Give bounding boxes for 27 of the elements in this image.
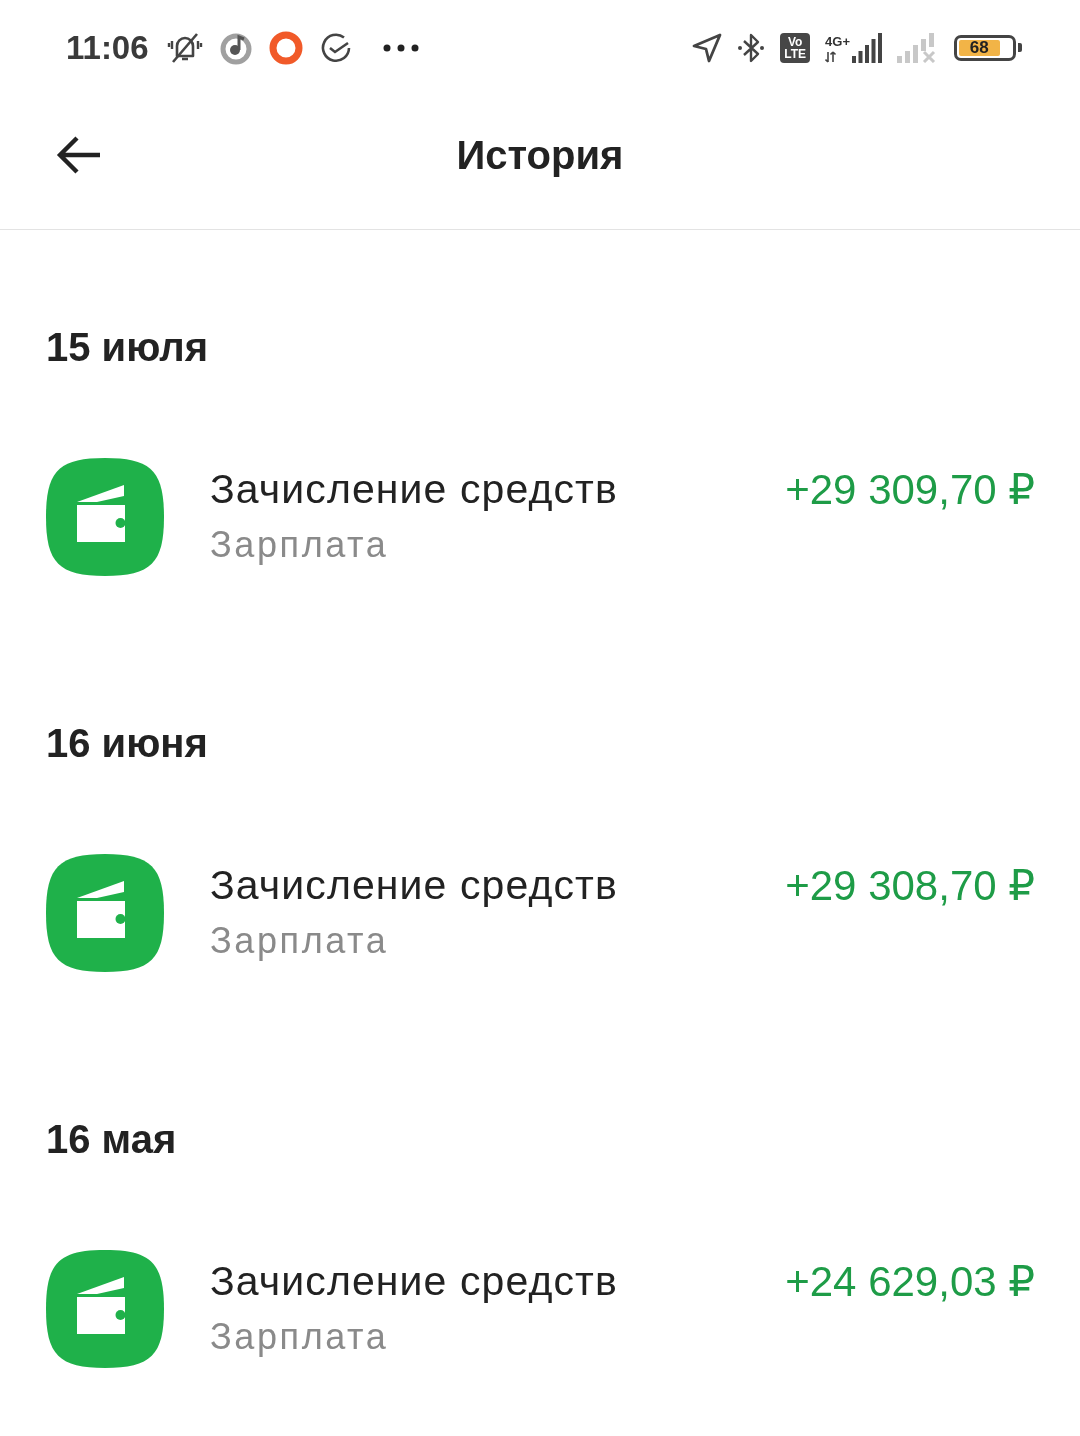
date-heading: 16 мая <box>46 1116 177 1163</box>
wallet-icon <box>46 1250 164 1368</box>
transaction-category: Зарплата <box>210 523 390 567</box>
transaction-category: Зарплата <box>210 919 390 963</box>
wallet-icon <box>46 458 164 576</box>
wallet-icon <box>46 854 164 972</box>
volte-badge: Vo LTE <box>780 32 811 63</box>
transaction-title: Зачисление средств <box>210 861 618 910</box>
bluetooth-icon <box>737 31 766 64</box>
ring-icon <box>268 30 303 65</box>
transaction-title: Зачисление средств <box>210 1257 618 1306</box>
signal-bars-icon <box>852 32 882 63</box>
data-arrows-icon <box>825 50 838 63</box>
transaction-amount: +24 629,03 ₽ <box>785 1257 1035 1307</box>
battery-percent: 68 <box>969 38 989 57</box>
clock-time: 11:06 <box>66 28 149 67</box>
screen-title: История <box>456 132 624 179</box>
date-heading: 16 июня <box>46 720 208 767</box>
transaction-title: Зачисление средств <box>210 465 618 514</box>
transaction-amount: +29 308,70 ₽ <box>785 861 1035 911</box>
more-icon <box>382 43 419 52</box>
network-type-label: 4G+ <box>825 34 850 49</box>
transaction-amount: +29 309,70 ₽ <box>785 465 1035 515</box>
back-arrow-icon <box>56 135 102 175</box>
transaction-category: Зарплата <box>210 1315 390 1359</box>
date-heading: 15 июля <box>46 324 209 371</box>
location-arrow-icon <box>692 32 723 63</box>
